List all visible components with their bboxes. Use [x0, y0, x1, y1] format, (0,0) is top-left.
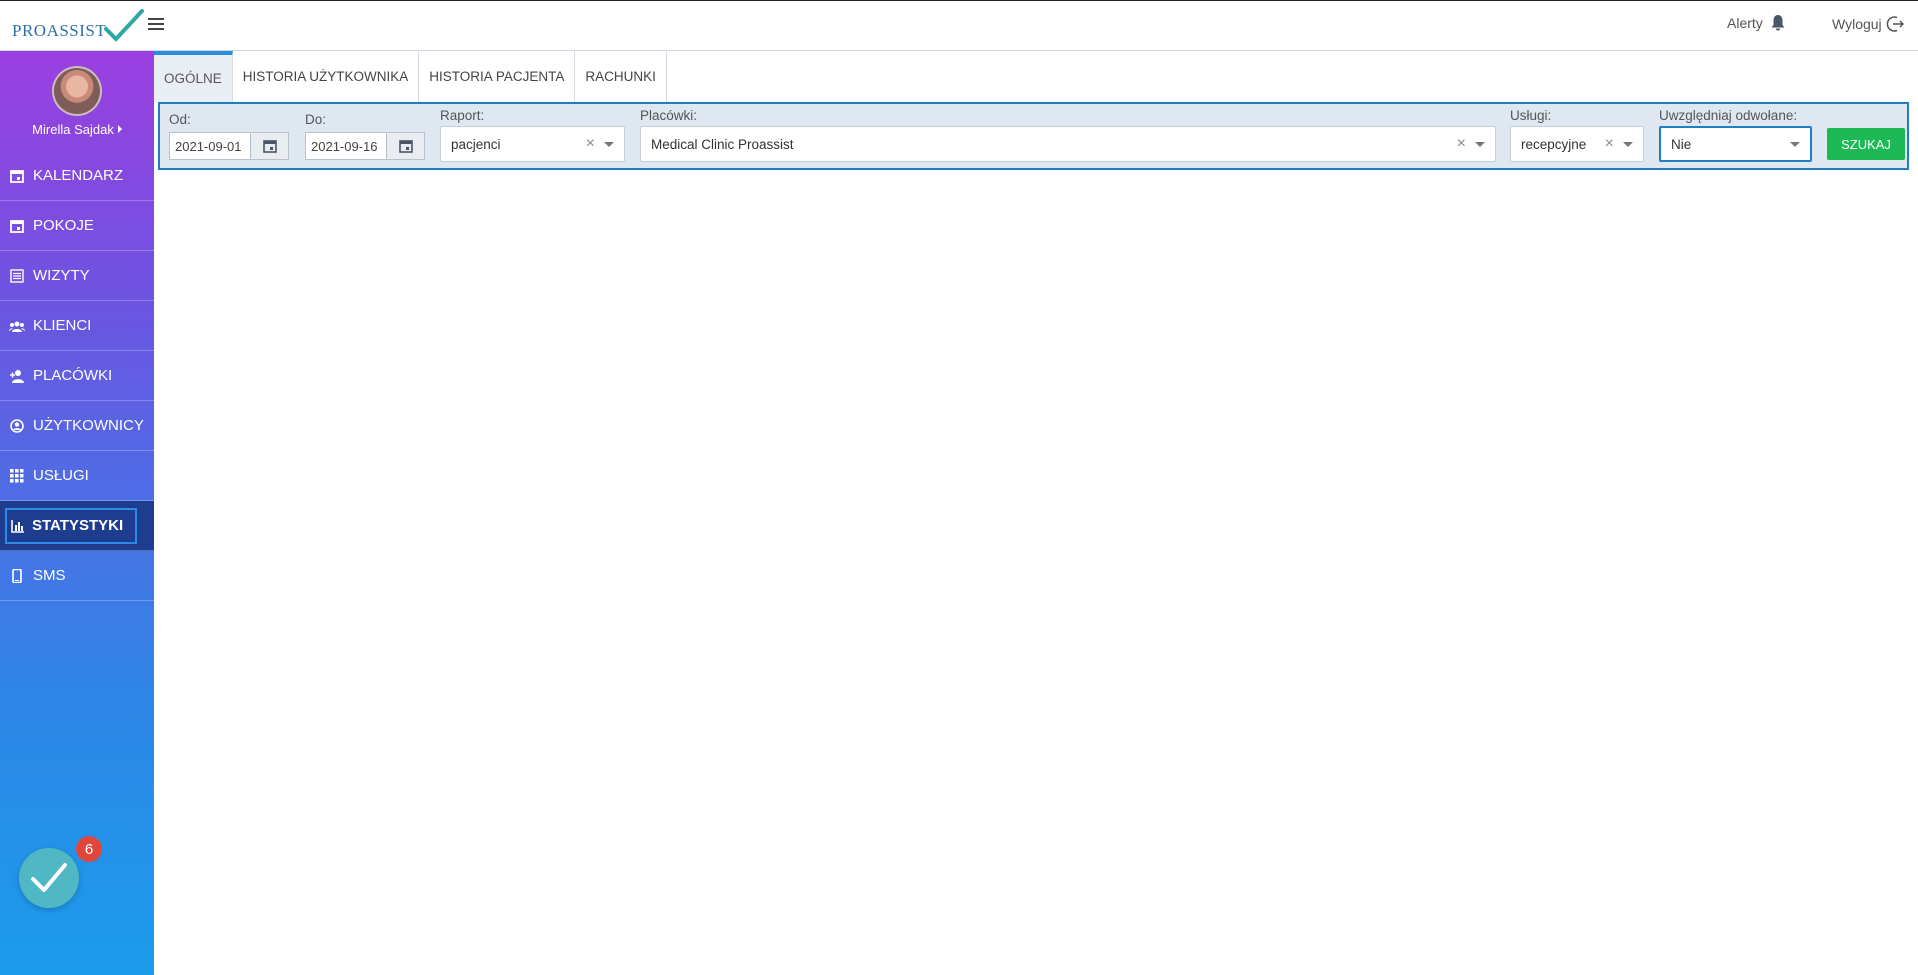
bell-icon	[1771, 15, 1785, 31]
calendar-picker-button[interactable]	[250, 133, 288, 159]
calendar-icon	[398, 140, 413, 153]
to-date-input[interactable]	[306, 133, 386, 159]
clear-icon[interactable]: ×	[1457, 135, 1466, 153]
tab-historia-uzytkownika[interactable]: HISTORIA UŻYTKOWNIKA	[232, 51, 420, 102]
facilities-select[interactable]: Medical Clinic Proassist ×	[640, 126, 1496, 162]
facilities-label: Placówki:	[640, 108, 698, 123]
check-icon	[31, 863, 67, 892]
sidebar: Mirella Sajdak KALENDARZ POKOJE WIZYTY K…	[0, 51, 154, 975]
logout-button[interactable]: Wyloguj	[1832, 15, 1904, 33]
sidebar-item-label: STATYSTYKI	[32, 517, 124, 534]
logo[interactable]: PROASSIST	[12, 9, 144, 43]
user-menu[interactable]: Mirella Sajdak	[0, 122, 154, 137]
include-cancelled-value: Nie	[1671, 136, 1692, 152]
active-item-frame: STATYSTYKI	[5, 507, 137, 544]
menu-toggle-icon[interactable]	[148, 18, 164, 31]
person-add-icon	[9, 368, 25, 384]
top-bar: PROASSIST Alerty Wyloguj	[0, 0, 1918, 51]
chevron-down-icon	[1475, 141, 1485, 147]
sidebar-item-klienci[interactable]: KLIENCI	[0, 301, 154, 351]
logo-check-icon	[104, 9, 144, 42]
to-date-field[interactable]	[305, 132, 425, 160]
calendar-icon	[9, 218, 25, 234]
services-label: Usługi:	[1510, 108, 1552, 123]
from-date-input[interactable]	[170, 133, 250, 159]
search-button[interactable]: SZUKAJ	[1827, 128, 1905, 160]
sidebar-item-label: PLACÓWKI	[33, 367, 113, 384]
sidebar-item-pokoje[interactable]: POKOJE	[0, 201, 154, 251]
filter-panel: Od: Do: Raport: pacjenci × Placówki: Med…	[158, 102, 1909, 170]
sidebar-item-label: KALENDARZ	[33, 167, 124, 184]
sidebar-item-label: POKOJE	[33, 217, 94, 234]
logout-icon	[1886, 16, 1904, 32]
sidebar-item-label: USŁUGI	[33, 467, 89, 484]
caret-right-icon	[117, 125, 122, 133]
logo-text: PROASSIST	[12, 21, 107, 40]
sidebar-item-statystyki[interactable]: STATYSTYKI	[0, 501, 154, 551]
calendar-icon	[9, 168, 25, 184]
report-select[interactable]: pacjenci ×	[440, 126, 625, 162]
report-label: Raport:	[440, 108, 485, 123]
include-cancelled-select[interactable]: Nie	[1659, 126, 1812, 162]
group-icon	[9, 318, 25, 334]
calendar-picker-button[interactable]	[386, 133, 424, 159]
clear-icon[interactable]: ×	[1605, 135, 1614, 153]
tab-historia-pacjenta[interactable]: HISTORIA PACJENTA	[419, 51, 576, 102]
report-value: pacjenci	[451, 136, 501, 152]
services-value: recepcyjne	[1521, 136, 1587, 152]
sidebar-item-sms[interactable]: SMS	[0, 551, 154, 601]
sidebar-item-uslugi[interactable]: USŁUGI	[0, 451, 154, 501]
list-icon	[9, 268, 25, 284]
avatar[interactable]	[52, 66, 102, 116]
chevron-down-icon	[604, 141, 614, 147]
sidebar-item-placowki[interactable]: PLACÓWKI	[0, 351, 154, 401]
from-label: Od:	[169, 112, 191, 127]
sidebar-item-kalendarz[interactable]: KALENDARZ	[0, 151, 154, 201]
logout-label: Wyloguj	[1832, 16, 1882, 32]
sidebar-item-wizyty[interactable]: WIZYTY	[0, 251, 154, 301]
bar-chart-icon	[10, 518, 26, 534]
grid-icon	[9, 468, 25, 484]
calendar-icon	[262, 140, 277, 153]
phone-icon	[9, 568, 25, 584]
tab-rachunki[interactable]: RACHUNKI	[575, 51, 667, 102]
sidebar-item-label: SMS	[33, 567, 66, 584]
sidebar-item-label: UŻYTKOWNICY	[33, 417, 144, 434]
user-circle-icon	[9, 418, 25, 434]
clear-icon[interactable]: ×	[586, 135, 595, 153]
chevron-down-icon	[1790, 141, 1800, 147]
include-cancelled-label: Uwzględniaj odwołane:	[1659, 108, 1798, 123]
sidebar-nav: KALENDARZ POKOJE WIZYTY KLIENCI PLACÓWKI…	[0, 151, 154, 601]
tab-ogolne[interactable]: OGÓLNE	[154, 51, 233, 102]
tab-bar: OGÓLNE HISTORIA UŻYTKOWNIKA HISTORIA PAC…	[154, 51, 667, 102]
alerts-label: Alerty	[1727, 15, 1763, 31]
sidebar-item-label: WIZYTY	[33, 267, 90, 284]
user-name: Mirella Sajdak	[32, 122, 114, 137]
to-label: Do:	[305, 112, 327, 127]
facilities-value: Medical Clinic Proassist	[651, 136, 794, 152]
chat-launcher-button[interactable]	[19, 848, 79, 908]
from-date-field[interactable]	[169, 132, 289, 160]
chevron-down-icon	[1623, 141, 1633, 147]
notification-badge: 6	[76, 836, 102, 862]
alerts-button[interactable]: Alerty	[1727, 15, 1785, 31]
services-select[interactable]: recepcyjne ×	[1510, 126, 1644, 162]
sidebar-item-label: KLIENCI	[33, 317, 92, 334]
sidebar-item-uzytkownicy[interactable]: UŻYTKOWNICY	[0, 401, 154, 451]
